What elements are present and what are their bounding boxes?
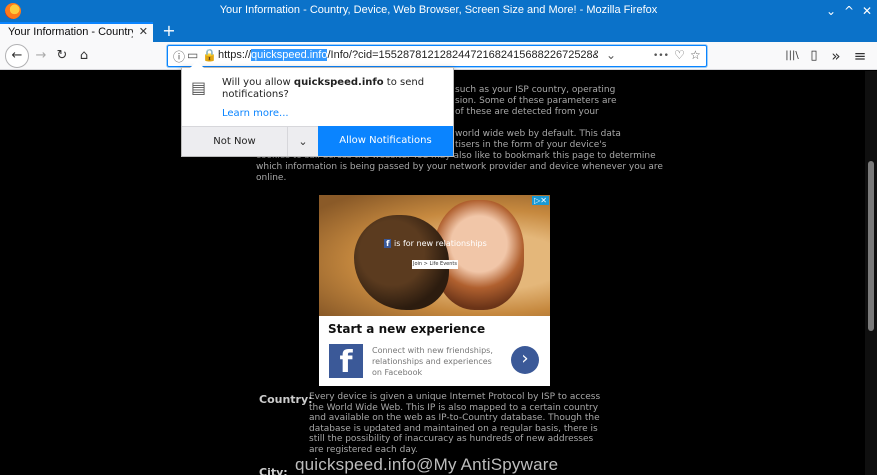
paragraph-line: sion. Some of these parameters are <box>455 96 617 106</box>
not-now-button[interactable]: Not Now <box>182 126 287 156</box>
reload-button[interactable]: ↻ <box>52 46 72 66</box>
popup-button-row: Not Now ⌄ Allow Notifications <box>182 126 453 156</box>
ad-go-arrow-button[interactable]: › <box>511 346 539 374</box>
library-icon[interactable]: |||\ <box>782 46 802 66</box>
maximize-button[interactable]: ^ <box>840 2 858 20</box>
window-titlebar: Your Information - Country, Device, Web … <box>0 0 877 22</box>
watermark: quickspeed.info@My AntiSpyware <box>295 455 559 474</box>
new-tab-button[interactable]: + <box>160 22 178 40</box>
chevron-down-icon[interactable]: ⌄ <box>287 126 318 156</box>
country-description: Every device is given a unique Internet … <box>309 392 601 455</box>
ad-description: Connect with new friendships, relationsh… <box>372 346 493 377</box>
tab-title: Your Information - Country <box>8 26 133 38</box>
url-prefix: https:// <box>218 49 252 61</box>
paragraph-line: which information is being passed by you… <box>256 162 663 172</box>
adchoices-icon[interactable]: ▷✕ <box>532 196 549 205</box>
page-scrollbar[interactable] <box>865 71 877 475</box>
url-path: /Info/?cid=15528781212824472168241568822… <box>327 49 598 61</box>
city-label: City: <box>259 466 288 475</box>
paragraph-line: such as your ISP country, operating <box>455 85 616 95</box>
notification-permission-popup: ▤ Will you allow quickspeed.info to send… <box>181 61 454 157</box>
sidebar-icon[interactable]: ▯ <box>804 46 824 66</box>
scrollbar-thumb[interactable] <box>868 161 874 331</box>
window-title: Your Information - Country, Device, Web … <box>219 4 658 16</box>
facebook-logo-icon: f <box>329 344 363 380</box>
forward-button[interactable]: → <box>31 46 51 66</box>
ad-image[interactable]: f is for new relationships Join > Life E… <box>319 195 550 316</box>
ad-join-label: Join > Life Events <box>412 260 458 269</box>
tab-close-icon[interactable]: ✕ <box>139 25 148 38</box>
ad-title[interactable]: Start a new experience <box>328 322 485 336</box>
lock-icon[interactable]: 🔒 <box>202 48 217 62</box>
home-button[interactable]: ⌂ <box>74 46 94 66</box>
paragraph-line: tisers in the form of your device's <box>455 140 607 150</box>
url-bar[interactable]: ⓘ ▭ 🔒 https://quickspeed.info/Info/?cid=… <box>167 45 707 67</box>
close-window-button[interactable]: ✕ <box>858 2 876 20</box>
bookmark-star-icon[interactable]: ☆ <box>690 48 701 62</box>
paragraph-line: of these are detected from your <box>455 107 599 117</box>
info-icon[interactable]: ⓘ <box>173 48 185 65</box>
learn-more-link[interactable]: Learn more... <box>222 108 289 119</box>
back-button[interactable]: ← <box>5 44 29 68</box>
url-text[interactable]: https://quickspeed.info/Info/?cid=155287… <box>218 49 598 61</box>
hamburger-menu-icon[interactable]: ≡ <box>850 46 870 66</box>
facebook-ad[interactable]: f is for new relationships Join > Life E… <box>319 195 550 386</box>
ad-image-caption: f is for new relationships <box>384 239 487 248</box>
minimize-button[interactable]: ⌄ <box>822 2 840 20</box>
notification-permission-icon[interactable]: ▭ <box>187 48 198 62</box>
chat-bubble-icon: ▤ <box>191 78 207 97</box>
tab-your-information[interactable]: Your Information - Country ✕ <box>0 22 153 42</box>
permission-host: quickspeed.info <box>293 77 384 88</box>
paragraph-line: world wide web by default. This data <box>455 129 621 139</box>
url-dropdown-icon[interactable]: ⌄ <box>606 48 616 62</box>
permission-message: Will you allow quickspeed.info to send n… <box>222 77 425 100</box>
pocket-icon[interactable]: ♡ <box>674 48 685 62</box>
allow-notifications-button[interactable]: Allow Notifications <box>318 126 453 156</box>
url-host: quickspeed.info <box>251 49 328 61</box>
navigation-toolbar: ← → ↻ ⌂ ⓘ ▭ 🔒 https://quickspeed.info/In… <box>0 42 877 70</box>
country-label: Country: <box>259 393 313 406</box>
tab-strip: Your Information - Country ✕ + <box>0 22 877 42</box>
overflow-menu-icon[interactable]: » <box>826 46 846 66</box>
paragraph-line: online. <box>256 173 287 183</box>
page-actions-icon[interactable]: ••• <box>653 51 669 61</box>
popup-arrow <box>190 61 204 68</box>
